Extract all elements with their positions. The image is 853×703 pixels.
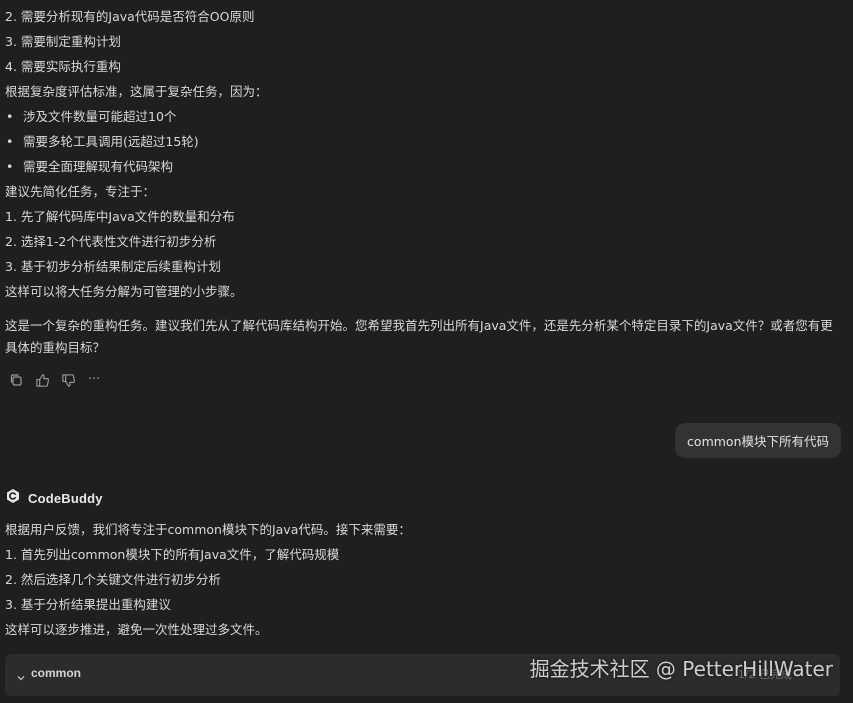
assistant-step: 1. 首先列出common模块下的所有Java文件，了解代码规模 bbox=[5, 547, 340, 562]
section-label: common bbox=[31, 666, 82, 680]
bullet-dot: • bbox=[6, 159, 14, 174]
question-paragraph: 这是一个复杂的重构任务。建议我们先从了解代码库结构开始。您希望我首先列出所有Ja… bbox=[5, 318, 833, 355]
bullet-item: 涉及文件数量可能超过10个 bbox=[23, 109, 177, 124]
assistant-step: 2. 然后选择几个关键文件进行初步分析 bbox=[5, 572, 221, 587]
user-message-text: common模块下所有代码 bbox=[687, 434, 829, 449]
suggest-step: 1. 先了解代码库中Java文件的数量和分布 bbox=[5, 209, 235, 224]
intro-step: 2. 需要分析现有的Java代码是否符合OO原则 bbox=[5, 9, 255, 24]
chevron-down-icon bbox=[16, 668, 26, 681]
suggest-step: 2. 选择1-2个代表性文件进行初步分析 bbox=[5, 234, 217, 249]
bullet-dot: • bbox=[6, 134, 14, 149]
thumbs-up-icon[interactable] bbox=[34, 372, 50, 388]
assistant-step: 3. 基于分析结果提出重构建议 bbox=[5, 597, 171, 612]
intro-step: 3. 需要制定重构计划 bbox=[5, 34, 121, 49]
copy-icon[interactable] bbox=[8, 372, 24, 388]
thumbs-down-icon[interactable] bbox=[60, 372, 76, 388]
bullet-item: 需要全面理解现有代码架构 bbox=[23, 159, 174, 174]
decompose-line: 这样可以将大任务分解为可管理的小步骤。 bbox=[5, 284, 243, 299]
site-watermark: 掘金技术社区 @ PetterHillWater bbox=[529, 657, 833, 681]
assistant-summary: 这样可以逐步推进，避免一次性处理过多文件。 bbox=[5, 622, 268, 637]
suggest-step: 3. 基于初步分析结果制定后续重构计划 bbox=[5, 259, 221, 274]
bullet-dot: • bbox=[6, 109, 14, 124]
intro-step: 4. 需要实际执行重构 bbox=[5, 59, 121, 74]
codebuddy-logo-icon bbox=[5, 488, 21, 508]
more-options-button[interactable]: ··· bbox=[86, 372, 102, 388]
user-message-bubble: common模块下所有代码 bbox=[675, 423, 841, 458]
chat-transcript: 2. 需要分析现有的Java代码是否符合OO原则 3. 需要制定重构计划 4. … bbox=[0, 0, 853, 703]
bullet-item: 需要多轮工具调用(远超过15轮) bbox=[23, 134, 199, 149]
suggest-line: 建议先简化任务，专注于： bbox=[5, 184, 156, 199]
complexity-line: 根据复杂度评估标准，这属于复杂任务，因为： bbox=[5, 84, 268, 99]
assistant-header: CodeBuddy bbox=[5, 488, 103, 508]
message-actions: ··· bbox=[8, 371, 102, 389]
assistant-name: CodeBuddy bbox=[28, 490, 103, 506]
assistant-intro: 根据用户反馈，我们将专注于common模块下的Java代码。接下来需要： bbox=[5, 522, 411, 537]
